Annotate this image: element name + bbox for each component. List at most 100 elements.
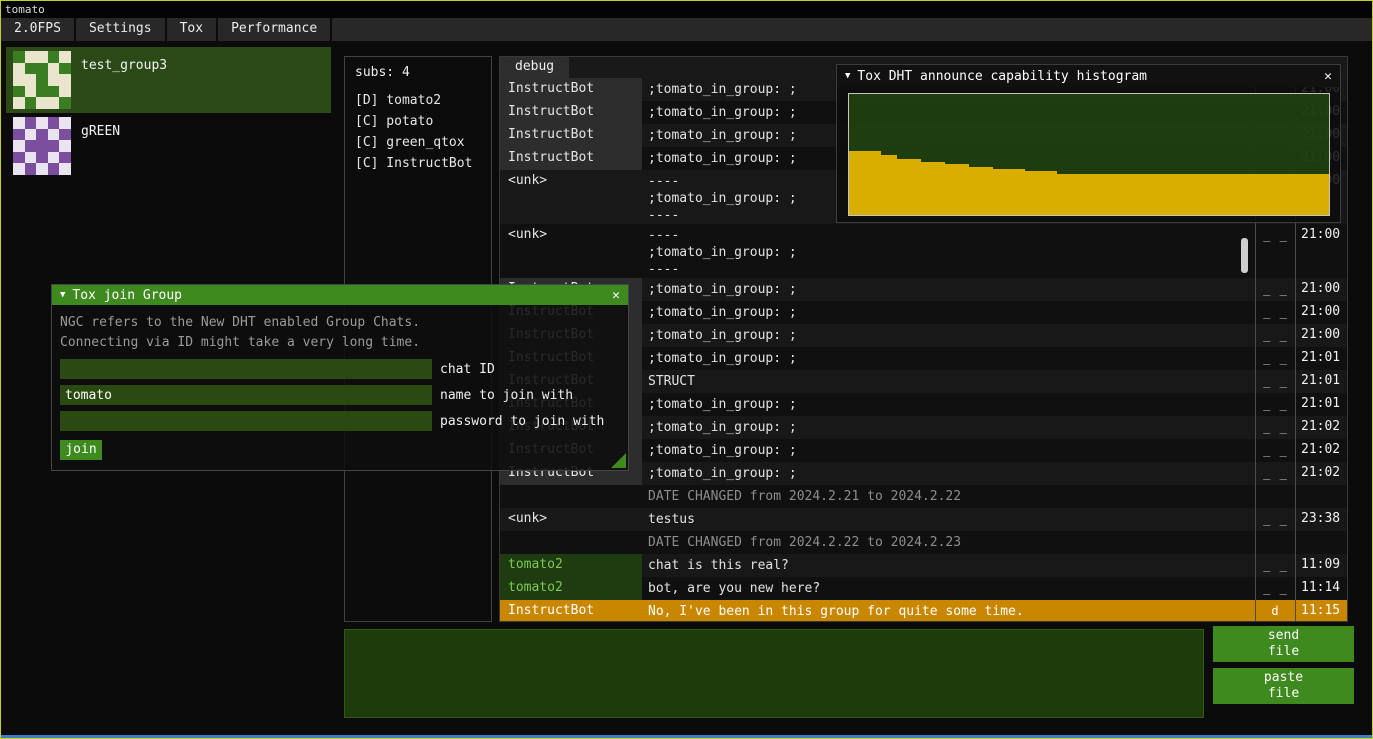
histogram-bar xyxy=(1025,171,1033,215)
histogram-bar xyxy=(1145,174,1153,215)
message-time: 21:00 xyxy=(1295,324,1347,347)
histogram-bar xyxy=(921,162,929,215)
message-text: bot, are you new here? xyxy=(642,577,1255,600)
close-icon[interactable]: ✕ xyxy=(1324,69,1332,84)
join-window-titlebar[interactable]: ▼ Tox join Group ✕ xyxy=(52,285,628,305)
collapse-icon[interactable]: ▼ xyxy=(60,290,65,300)
group-name: gREEN xyxy=(81,124,120,139)
member-green_qtox[interactable]: [C] green_qtox xyxy=(345,132,491,153)
message-flags: _ _ xyxy=(1255,462,1295,485)
message-flags: _ _ xyxy=(1255,370,1295,393)
histogram-bar xyxy=(1321,174,1329,215)
menu-items: SettingsToxPerformance xyxy=(76,18,332,41)
histogram-bar xyxy=(1257,174,1265,215)
message-input[interactable] xyxy=(344,629,1204,718)
histogram-window-titlebar[interactable]: ▼ Tox DHT announce capability histogram … xyxy=(837,65,1340,87)
paste-file-button[interactable]: paste file xyxy=(1213,668,1354,704)
histogram-bar xyxy=(1305,174,1313,215)
message-time: 23:38 xyxy=(1295,508,1347,531)
message-time: 21:01 xyxy=(1295,393,1347,416)
chat-row: tomato2chat is this real?_ _11:09 xyxy=(500,554,1347,577)
member-list: [D] tomato2[C] potato[C] green_qtox[C] I… xyxy=(345,90,491,174)
join-button[interactable]: join xyxy=(60,440,102,460)
message-flags xyxy=(1255,531,1295,554)
histogram-bar xyxy=(1161,174,1169,215)
histogram-bar xyxy=(1177,174,1185,215)
sender-name: InstructBot xyxy=(500,78,642,101)
histogram-bar xyxy=(1297,174,1305,215)
collapse-icon[interactable]: ▼ xyxy=(845,71,850,81)
histogram-bar xyxy=(889,155,897,216)
date-changed-text: DATE CHANGED from 2024.2.22 to 2024.2.23 xyxy=(642,531,1255,554)
message-time: 21:01 xyxy=(1295,347,1347,370)
group-name: test_group3 xyxy=(81,58,167,73)
message-text: ;tomato_in_group: ; xyxy=(642,393,1255,416)
chat-scrollbar-thumb[interactable] xyxy=(1241,238,1248,273)
message-time: 21:00 xyxy=(1295,301,1347,324)
message-text: testus xyxy=(642,508,1255,531)
histogram-bar xyxy=(897,159,905,215)
message-time: 21:00 xyxy=(1295,278,1347,301)
tab-debug[interactable]: debug xyxy=(500,57,569,78)
histogram-bar xyxy=(1129,174,1137,215)
histogram-bar xyxy=(873,151,881,215)
date-changed-text: DATE CHANGED from 2024.2.21 to 2024.2.22 xyxy=(642,485,1255,508)
message-flags: d xyxy=(1255,600,1295,621)
sender-name: InstructBot xyxy=(500,101,642,124)
join-password-input[interactable] xyxy=(60,411,432,431)
message-text: ;tomato_in_group: ; xyxy=(642,439,1255,462)
join-name-input[interactable] xyxy=(60,385,432,405)
date-separator-row: DATE CHANGED from 2024.2.22 to 2024.2.23 xyxy=(500,531,1347,554)
message-text: chat is this real? xyxy=(642,554,1255,577)
field-label: name to join with xyxy=(440,388,573,403)
join-fields: chat ID name to join with password to join… xyxy=(60,359,620,431)
message-flags: _ _ xyxy=(1255,224,1295,278)
chat-id-input[interactable] xyxy=(60,359,432,379)
message-flags: _ _ xyxy=(1255,554,1295,577)
histogram-bar xyxy=(1281,174,1289,215)
sender-name xyxy=(500,485,642,508)
histogram-bar xyxy=(1153,174,1161,215)
histogram-bar xyxy=(1001,169,1009,215)
histogram-bar xyxy=(1217,174,1225,215)
send-file-button[interactable]: send file xyxy=(1213,626,1354,662)
histogram-bar xyxy=(961,164,969,215)
group-avatar xyxy=(13,117,71,175)
close-icon[interactable]: ✕ xyxy=(612,288,620,303)
message-text: ---- ;tomato_in_group: ; ---- xyxy=(642,224,1255,278)
field-label: password to join with xyxy=(440,414,604,429)
member-tomato2[interactable]: [D] tomato2 xyxy=(345,90,491,111)
histogram-bar xyxy=(977,167,985,215)
histogram-bar xyxy=(1033,171,1041,215)
menu-item-tox[interactable]: Tox xyxy=(167,18,218,41)
app-window: tomato 2.0FPS SettingsToxPerformance tes… xyxy=(0,0,1373,739)
histogram-bar xyxy=(857,151,865,215)
sender-name: InstructBot xyxy=(500,600,642,621)
message-time: 21:02 xyxy=(1295,416,1347,439)
member-InstructBot[interactable]: [C] InstructBot xyxy=(345,153,491,174)
histogram-bar xyxy=(1089,174,1097,215)
subs-header: subs: 4 xyxy=(345,57,491,90)
message-time: 11:09 xyxy=(1295,554,1347,577)
menu-item-performance[interactable]: Performance xyxy=(218,18,332,41)
chat-row: tomato2bot, are you new here?_ _11:14 xyxy=(500,577,1347,600)
date-separator-row: DATE CHANGED from 2024.2.21 to 2024.2.22 xyxy=(500,485,1347,508)
histogram-bar xyxy=(1233,174,1241,215)
menu-item-settings[interactable]: Settings xyxy=(76,18,167,41)
join-window-title: Tox join Group xyxy=(72,288,182,303)
chat-row: InstructBotNo, I've been in this group f… xyxy=(500,600,1347,621)
message-text: STRUCT xyxy=(642,370,1255,393)
message-flags xyxy=(1255,485,1295,508)
member-potato[interactable]: [C] potato xyxy=(345,111,491,132)
group-item-test_group3[interactable]: test_group3 xyxy=(6,47,331,113)
histogram-bar xyxy=(1169,174,1177,215)
field-row: chat ID xyxy=(60,359,620,379)
histogram-bar xyxy=(953,164,961,215)
histogram-bar xyxy=(1073,174,1081,215)
message-flags: _ _ xyxy=(1255,577,1295,600)
group-item-gREEN[interactable]: gREEN xyxy=(6,113,331,179)
message-time: 21:01 xyxy=(1295,370,1347,393)
message-text: ;tomato_in_group: ; xyxy=(642,462,1255,485)
resize-grip[interactable] xyxy=(611,453,626,468)
message-flags: _ _ xyxy=(1255,347,1295,370)
